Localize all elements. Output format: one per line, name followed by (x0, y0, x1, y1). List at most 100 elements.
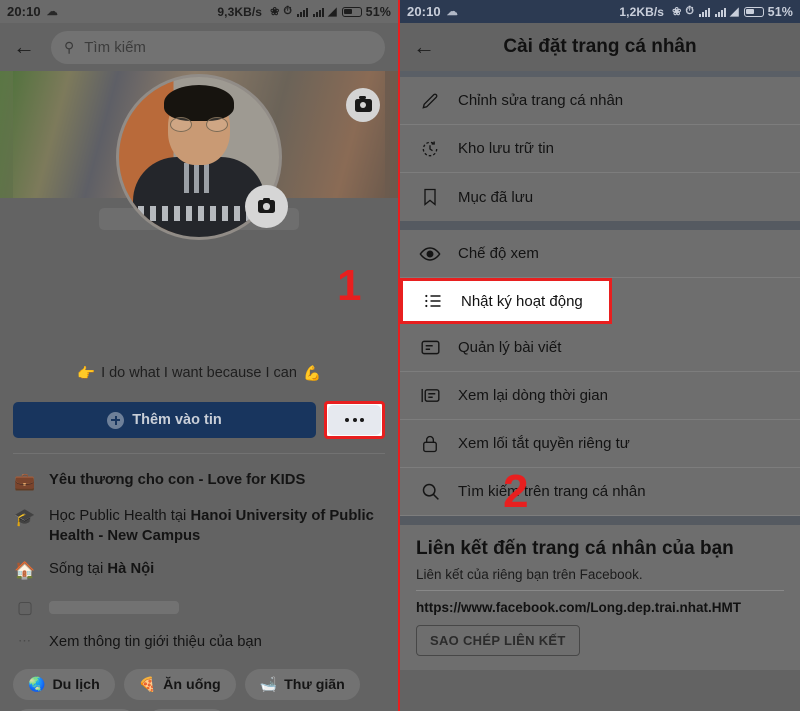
alarm-icon: ⏱ (283, 5, 293, 17)
list-item[interactable]: ⋯ Xem thông tin giới thiệu của bạn (13, 626, 385, 660)
menu-item-label: Xem lại dòng thời gian (458, 387, 608, 404)
footer-area (400, 670, 800, 706)
divider (416, 590, 784, 591)
menu-item-label: Quản lý bài viết (458, 339, 562, 356)
wifi-icon: ◢ (328, 6, 337, 18)
list-item[interactable]: 🍕 Ăn uống (123, 669, 236, 701)
right-status-bar: 20:10 ☁ 1,2KB/s ❀ ⏱ ◢ 51% (400, 0, 800, 23)
bluetooth-icon: ❀ (672, 6, 682, 18)
menu-item-label: Nhật ký hoạt động (461, 292, 583, 310)
chip-label: Du lịch (52, 676, 100, 693)
status-time: 20:10 (7, 4, 41, 19)
right-header: ← Cài đặt trang cá nhân (400, 23, 800, 71)
battery-icon (341, 6, 362, 17)
graduation-cap-icon: 🎓 (14, 508, 36, 528)
profile-actions: Thêm vào tin (0, 387, 398, 439)
pizza-icon: 🍕 (138, 676, 157, 693)
list-item[interactable]: 🌏 Du lịch (13, 669, 115, 701)
avatar[interactable] (116, 74, 288, 240)
list-item-label: Xem thông tin giới thiệu của bạn (49, 633, 262, 650)
globe-icon: 🌏 (28, 676, 46, 693)
activity-log-icon (421, 291, 445, 311)
menu-item-label: Chế độ xem (458, 245, 539, 262)
wifi-icon: ◢ (730, 6, 739, 18)
menu-item-story-archive[interactable]: Kho lưu trữ tin (400, 125, 800, 173)
cloud-icon: ☁ (46, 6, 58, 18)
section-subtitle: Liên kết của riêng bạn trên Facebook. (416, 567, 643, 582)
bookmark-icon (418, 187, 442, 207)
eye-icon (418, 243, 442, 265)
menu-item-edit-profile[interactable]: Chỉnh sửa trang cá nhân (400, 77, 800, 125)
bathtub-icon: 🛁 (259, 676, 278, 693)
add-to-story-button[interactable]: Thêm vào tin (13, 402, 316, 438)
more-options-button[interactable] (328, 405, 381, 435)
menu-item-search-profile[interactable]: Tìm kiếm trên trang cá nhân (400, 468, 800, 516)
signal-bars-icon (297, 7, 309, 17)
menu-item-manage-posts[interactable]: Quản lý bài viết (400, 324, 800, 372)
post-manage-icon (418, 337, 442, 358)
list-item[interactable]: 🏠 Sống tại Hà Nội (13, 553, 385, 589)
chip-label: Ăn uống (163, 676, 221, 693)
lock-icon (418, 434, 442, 454)
list-item[interactable]: 🛁 Thư giãn (244, 669, 360, 701)
menu-item-label: Tìm kiếm trên trang cá nhân (458, 483, 646, 500)
left-status-bar: 20:10 ☁ 9,3KB/s ❀ ⏱ ◢ 51% (0, 0, 398, 23)
list-item[interactable]: 🎓 Học Public Health tại Hanoi University… (13, 500, 385, 553)
left-phone-panel: 20:10 ☁ 9,3KB/s ❀ ⏱ ◢ 51% ← ⚲ Tìm kiếm 👉… (0, 0, 400, 711)
bio-text: I do what I want because I can (101, 365, 297, 381)
section-title: Liên kết đến trang cá nhân của bạn (416, 538, 734, 559)
menu-item-label: Xem lối tắt quyền riêng tư (458, 435, 630, 452)
list-item-label: Sống tại Hà Nội (49, 561, 155, 578)
list-item[interactable]: ▢ (13, 590, 385, 626)
ellipsis-icon (345, 418, 349, 422)
timeline-review-icon (418, 385, 442, 406)
redacted-value (49, 600, 179, 614)
menu-item-activity-log[interactable]: Nhật ký hoạt động (400, 278, 612, 324)
camera-icon[interactable] (346, 88, 380, 122)
annotation-badge-1: 1 (337, 261, 362, 310)
menu-item-privacy-shortcut[interactable]: Xem lối tắt quyền riêng tư (400, 420, 800, 468)
pencil-icon (418, 91, 442, 111)
camera-icon[interactable] (245, 185, 288, 228)
ellipsis-icon: ⋯ (18, 632, 32, 648)
section-gap (400, 221, 800, 230)
bluetooth-icon: ❀ (270, 6, 280, 18)
settings-menu-group-2: Chế độ xem Nhật ký hoạt động Quản lý bài… (400, 230, 800, 516)
section-gap (400, 516, 800, 525)
search-icon (418, 481, 442, 502)
bio-emoji-left: 👉 (77, 365, 96, 382)
status-data-rate: 9,3KB/s (217, 4, 263, 19)
menu-item-timeline-review[interactable]: Xem lại dòng thời gian (400, 372, 800, 420)
alarm-icon: ⏱ (685, 5, 695, 17)
menu-item-saved[interactable]: Mục đã lưu (400, 173, 800, 221)
signal-bars-icon (313, 7, 325, 17)
battery-percent: 51% (767, 4, 793, 19)
profile-bio: 👉 I do what I want because I can 💪 (0, 359, 398, 387)
signal-bars-icon (715, 7, 727, 17)
plus-circle-icon (107, 411, 125, 429)
list-item[interactable]: 💼 Yêu thương cho con - Love for KIDS (13, 464, 385, 500)
copy-link-button[interactable]: SAO CHÉP LIÊN KẾT (416, 625, 580, 656)
search-input[interactable]: ⚲ Tìm kiếm (51, 30, 385, 64)
menu-item-label: Mục đã lưu (458, 188, 534, 206)
home-icon: 🏠 (14, 561, 36, 581)
ellipsis-icon (360, 418, 364, 422)
settings-menu-group-1: Chỉnh sửa trang cá nhân Kho lưu trữ tin … (400, 77, 800, 221)
status-data-rate: 1,2KB/s (619, 4, 665, 19)
back-arrow-icon[interactable]: ← (413, 34, 443, 60)
dual-phone-screenshot: 20:10 ☁ 9,3KB/s ❀ ⏱ ◢ 51% ← ⚲ Tìm kiếm 👉… (0, 0, 800, 711)
menu-item-label: Kho lưu trữ tin (458, 140, 554, 157)
profile-info-list: 💼 Yêu thương cho con - Love for KIDS 🎓 H… (0, 454, 398, 659)
left-header: ← ⚲ Tìm kiếm (0, 23, 398, 71)
instagram-icon: ▢ (16, 597, 34, 617)
signal-bars-icon (699, 7, 711, 17)
menu-item-view-as[interactable]: Chế độ xem (400, 230, 800, 278)
back-arrow-icon[interactable]: ← (13, 34, 43, 60)
list-item-label: Yêu thương cho con - Love for KIDS (49, 472, 306, 488)
cloud-icon: ☁ (446, 6, 458, 18)
add-to-story-label: Thêm vào tin (132, 412, 222, 428)
battery-icon (743, 6, 764, 17)
status-time: 20:10 (407, 4, 441, 19)
profile-url: https://www.facebook.com/Long.dep.trai.n… (416, 600, 742, 615)
profile-link-section: Liên kết đến trang cá nhân của bạn Liên … (400, 525, 800, 670)
